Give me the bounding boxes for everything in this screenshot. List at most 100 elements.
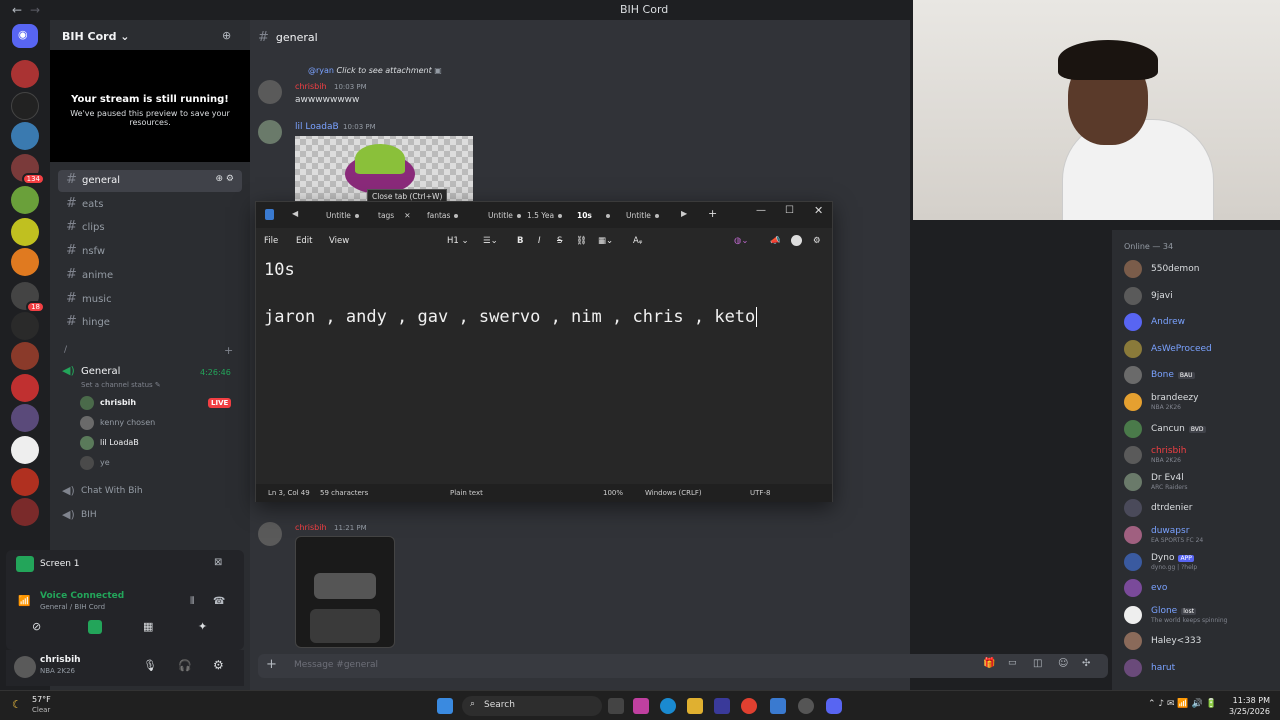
line-ending[interactable]: Windows (CRLF) — [645, 489, 702, 497]
server-icon[interactable] — [11, 342, 39, 370]
avatar[interactable] — [258, 80, 282, 104]
edge-icon[interactable] — [660, 698, 676, 714]
weather-icon[interactable]: ☾ — [12, 698, 22, 711]
channel-settings-icon[interactable]: ⊕ ⚙ — [216, 174, 234, 184]
disconnect-icon[interactable]: ☎ — [213, 596, 225, 607]
channel-eats[interactable]: # eats — [58, 194, 242, 216]
bold-icon[interactable]: B — [517, 236, 523, 246]
member-item[interactable]: Bone BAU — [1124, 364, 1274, 386]
format-label[interactable]: Plain text — [450, 489, 483, 497]
member-item[interactable]: harut — [1124, 657, 1274, 679]
server-icon[interactable] — [11, 122, 39, 150]
copilot-app-icon[interactable] — [633, 698, 649, 714]
server-icon[interactable] — [11, 248, 39, 276]
stop-share-icon[interactable]: ⊠ — [214, 557, 222, 568]
taskbar-search[interactable]: ⌕ Search — [462, 696, 602, 716]
discord-taskbar-icon[interactable] — [826, 698, 842, 714]
editor-body[interactable]: 10s jaron , andy , gav , swervo , nim , … — [256, 250, 832, 484]
member-item[interactable]: 9javi — [1124, 285, 1274, 307]
server-icon[interactable] — [11, 498, 39, 526]
close-icon[interactable]: ✕ — [814, 204, 823, 217]
clock[interactable]: 11:38 PM 3/25/2026 — [1229, 695, 1270, 717]
maximize-icon[interactable]: ☐ — [785, 205, 794, 216]
server-icon[interactable] — [11, 436, 39, 464]
server-icon[interactable] — [11, 186, 39, 214]
member-item[interactable]: AsWeProceed — [1124, 338, 1274, 360]
reply-preview[interactable]: @ryan Click to see attachment ▣ — [308, 66, 442, 75]
message-author[interactable]: lil LoadaB — [295, 122, 339, 132]
menu-view[interactable]: View — [329, 236, 349, 246]
voice-status-title[interactable]: Voice Connected — [40, 591, 124, 601]
voice-user[interactable]: ye — [100, 458, 110, 467]
noise-suppression-icon[interactable]: ⦀ — [190, 596, 194, 607]
server-icon[interactable]: 134 — [11, 154, 45, 185]
server-name[interactable]: BIH Cord ⌄ — [62, 30, 130, 43]
screen-share-label[interactable]: Screen 1 — [40, 559, 80, 569]
channel-anime[interactable]: # anime — [58, 265, 242, 287]
server-icon[interactable] — [11, 468, 39, 496]
member-item[interactable]: Dr Ev4l ARC Raiders — [1124, 471, 1274, 493]
camera-off-icon[interactable]: ⊘ — [32, 620, 48, 636]
back-arrow-icon[interactable]: ← — [12, 3, 22, 17]
category-label[interactable]: / — [64, 345, 67, 355]
add-member-icon[interactable]: ⊕ — [222, 29, 231, 42]
forward-arrow-icon[interactable]: → — [30, 3, 40, 17]
server-icon[interactable] — [11, 92, 39, 120]
list-icon[interactable]: ☰⌄ — [483, 236, 498, 246]
table-icon[interactable]: ▦⌄ — [598, 236, 613, 246]
avatar[interactable] — [14, 656, 36, 678]
server-icon[interactable]: 18 — [11, 282, 45, 313]
notepad-tab[interactable]: fantas — [427, 211, 459, 220]
server-icon[interactable] — [11, 404, 39, 432]
notepad-tab[interactable]: Untitle — [488, 211, 521, 220]
activities-icon[interactable]: ▦ — [143, 620, 153, 633]
server-icon[interactable] — [11, 60, 39, 88]
notepad-tab[interactable]: tags ✕ — [378, 211, 411, 220]
plus-icon[interactable]: + — [266, 657, 277, 672]
channel-hinge[interactable]: # hinge — [58, 312, 242, 334]
obs-icon[interactable] — [798, 698, 814, 714]
add-channel-icon[interactable]: + — [224, 344, 233, 357]
current-user-name[interactable]: chrisbih — [40, 655, 81, 665]
task-view-icon[interactable] — [608, 698, 624, 714]
menu-file[interactable]: File — [264, 236, 278, 246]
server-icon[interactable] — [11, 312, 39, 340]
mic-icon[interactable]: 🎙 — [143, 659, 157, 672]
voice-user[interactable]: kenny chosen — [100, 418, 155, 427]
member-item[interactable]: dtrdenier — [1124, 497, 1274, 519]
account-icon[interactable] — [791, 235, 802, 246]
member-item[interactable]: Andrew — [1124, 311, 1274, 333]
avatar[interactable] — [258, 522, 282, 546]
gift-icon[interactable]: 🎁 — [983, 658, 995, 669]
close-tab-icon[interactable]: ✕ — [404, 211, 410, 220]
member-item[interactable]: chrisbih NBA 2K26 — [1124, 444, 1274, 466]
message-author[interactable]: chrisbih — [295, 523, 327, 532]
notepad-tab[interactable]: 1.5 Yea — [527, 211, 563, 220]
voice-channel-item[interactable]: BIH — [81, 510, 97, 520]
channel-music[interactable]: # music — [58, 289, 242, 311]
member-item[interactable]: Dyno APP dyno.gg | ?help — [1124, 551, 1274, 573]
scroll-left-icon[interactable]: ◀ — [292, 209, 298, 218]
heading-dropdown[interactable]: H1 ⌄ — [447, 236, 469, 246]
voice-user[interactable]: chrisbih — [100, 398, 136, 407]
scroll-right-icon[interactable]: ▶ — [681, 209, 687, 218]
zoom-level[interactable]: 100% — [603, 489, 623, 497]
menu-edit[interactable]: Edit — [296, 236, 312, 246]
system-tray-icons[interactable]: ⌃ ♪ ✉ 📶 🔊 🔋 — [1148, 699, 1217, 709]
member-item[interactable]: Glone lost The world keeps spinning — [1124, 604, 1274, 626]
encoding[interactable]: UTF-8 — [750, 489, 770, 497]
chrome-icon[interactable] — [741, 698, 757, 714]
headphones-icon[interactable]: 🎧 — [178, 659, 192, 672]
voice-channel-item[interactable]: Chat With Bih — [81, 486, 143, 496]
clear-format-icon[interactable]: Aᵩ — [633, 236, 642, 246]
message-input[interactable]: + Message #general 🎁 ▭ ◫ ☺ ✣ — [258, 654, 1108, 678]
new-tab-icon[interactable]: + — [708, 207, 717, 220]
emoji-icon[interactable]: ☺ — [1058, 658, 1068, 669]
share-screen-icon[interactable] — [88, 620, 102, 634]
avatar[interactable] — [258, 120, 282, 144]
voice-user[interactable]: lil LoadaB — [100, 438, 139, 447]
server-icon[interactable] — [11, 218, 39, 246]
notepad-tab[interactable]: Untitle — [626, 211, 659, 220]
screenshot-attachment[interactable] — [295, 536, 395, 648]
server-icon[interactable] — [11, 374, 39, 402]
